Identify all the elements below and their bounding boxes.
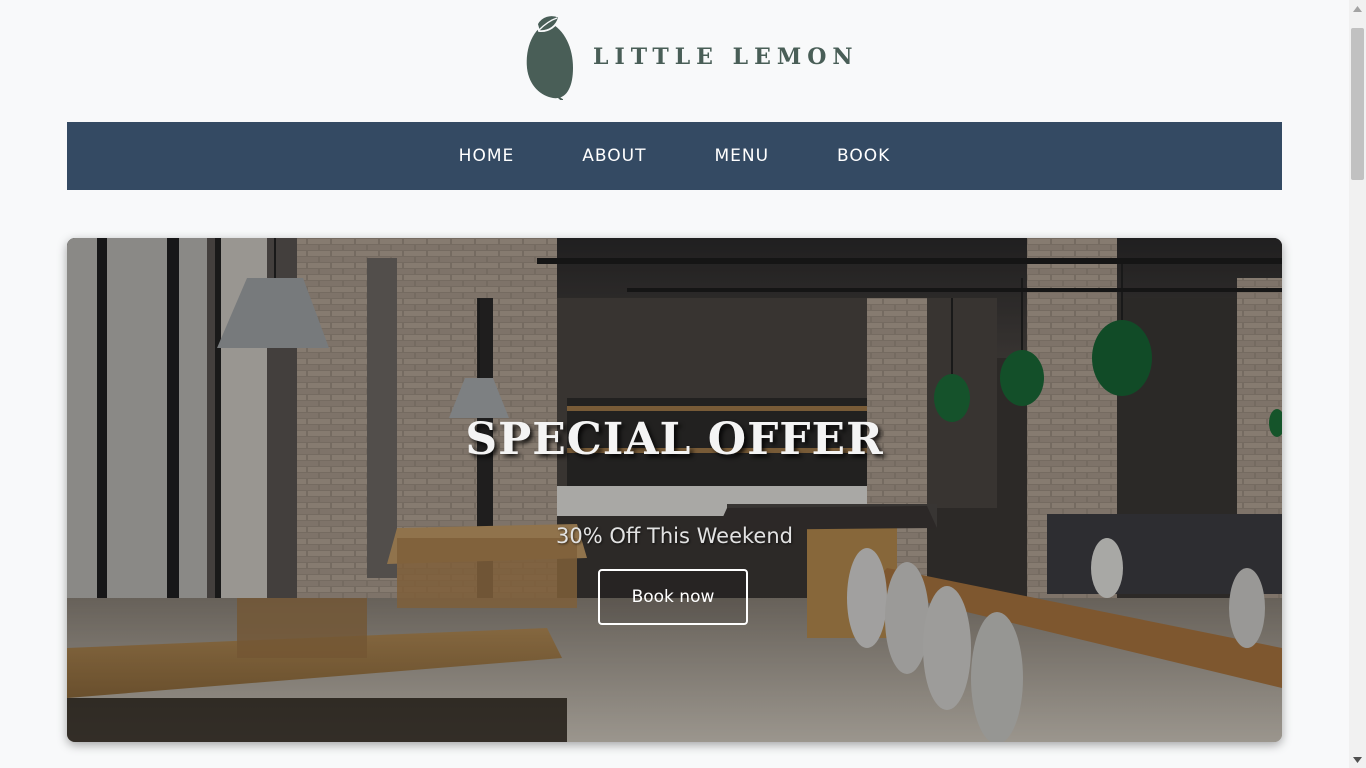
nav-item-home[interactable]: HOME bbox=[425, 146, 549, 166]
vertical-scrollbar[interactable] bbox=[1349, 0, 1366, 768]
page: LITTLE LEMON HOME ABOUT MENU BOOK SPECIA… bbox=[0, 0, 1366, 768]
nav-item-about[interactable]: ABOUT bbox=[548, 146, 680, 166]
hero-subtitle: 30% Off This Weekend bbox=[556, 524, 793, 548]
main-nav: HOME ABOUT MENU BOOK bbox=[67, 122, 1282, 190]
lemon-icon bbox=[526, 14, 573, 100]
nav-list: HOME ABOUT MENU BOOK bbox=[425, 146, 925, 166]
nav-item-book[interactable]: BOOK bbox=[803, 146, 924, 166]
hero-title: SPECIAL OFFER bbox=[465, 414, 884, 465]
scroll-down-arrow-icon[interactable] bbox=[1349, 751, 1366, 768]
scrollbar-thumb[interactable] bbox=[1351, 28, 1364, 180]
book-now-button[interactable]: Book now bbox=[598, 569, 748, 625]
hero-overlay bbox=[67, 238, 1282, 742]
site-header: LITTLE LEMON bbox=[0, 0, 1349, 122]
logo[interactable]: LITTLE LEMON bbox=[523, 14, 858, 100]
scroll-up-arrow-icon[interactable] bbox=[1349, 0, 1366, 17]
hero-banner: SPECIAL OFFER 30% Off This Weekend Book … bbox=[67, 238, 1282, 742]
nav-item-menu[interactable]: MENU bbox=[680, 146, 803, 166]
brand-name: LITTLE LEMON bbox=[593, 44, 859, 70]
